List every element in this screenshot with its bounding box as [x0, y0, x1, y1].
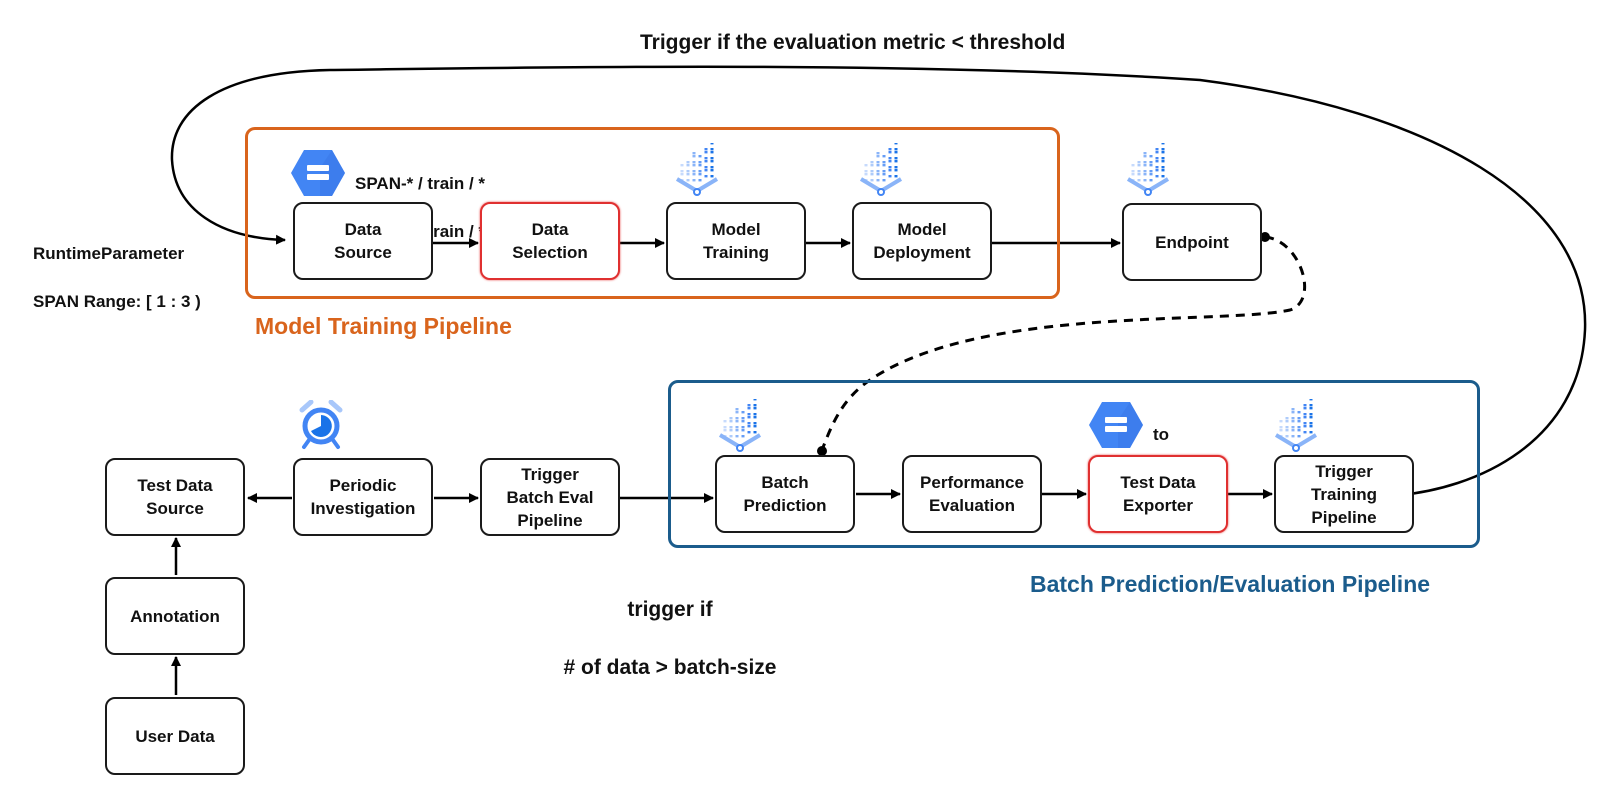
user-data-node[interactable]: User Data — [105, 697, 245, 775]
vertex-ai-icon — [675, 143, 719, 196]
model-training-node[interactable]: Model Training — [666, 202, 806, 280]
runtime-parameter-label: RuntimeParameter SPAN Range: [ 1 : 3 ) — [33, 218, 201, 338]
data-selection-node[interactable]: Data Selection — [480, 202, 620, 280]
trigger-training-pipeline-node[interactable]: Trigger Training Pipeline — [1274, 455, 1414, 533]
annotation-node[interactable]: Annotation — [105, 577, 245, 655]
storage-path-line: SPAN-* / train / * — [355, 174, 486, 193]
span-range-value: SPAN Range: [ 1 : 3 ) — [33, 292, 201, 311]
vertex-ai-icon — [1126, 143, 1170, 196]
annotation-line: trigger if — [627, 598, 713, 621]
vertex-ai-icon — [859, 143, 903, 196]
trigger-batch-eval-node[interactable]: Trigger Batch Eval Pipeline — [480, 458, 620, 536]
annotation-line: # of data > batch-size — [563, 656, 777, 679]
model-deployment-node[interactable]: Model Deployment — [852, 202, 992, 280]
test-data-exporter-node[interactable]: Test Data Exporter — [1088, 455, 1228, 533]
data-source-node[interactable]: Data Source — [293, 202, 433, 280]
runtime-parameter-name: RuntimeParameter — [33, 244, 185, 263]
retrain-trigger-annotation: Trigger if the evaluation metric < thres… — [640, 31, 1066, 54]
periodic-investigation-node[interactable]: Periodic Investigation — [293, 458, 433, 536]
batch-pipeline-title: Batch Prediction/Evaluation Pipeline — [1030, 571, 1431, 597]
cloud-storage-icon — [291, 150, 345, 196]
performance-evaluation-node[interactable]: Performance Evaluation — [902, 455, 1042, 533]
test-data-source-node[interactable]: Test Data Source — [105, 458, 245, 536]
cloud-storage-icon — [1089, 402, 1143, 448]
batch-prediction-node[interactable]: Batch Prediction — [715, 455, 855, 533]
endpoint-node[interactable]: Endpoint — [1122, 203, 1262, 281]
batch-trigger-annotation: trigger if # of data > batch-size — [545, 566, 795, 711]
alarm-clock-icon — [299, 400, 343, 449]
model-training-pipeline-title: Model Training Pipeline — [255, 313, 512, 339]
storage-path-line: to — [1153, 425, 1170, 444]
